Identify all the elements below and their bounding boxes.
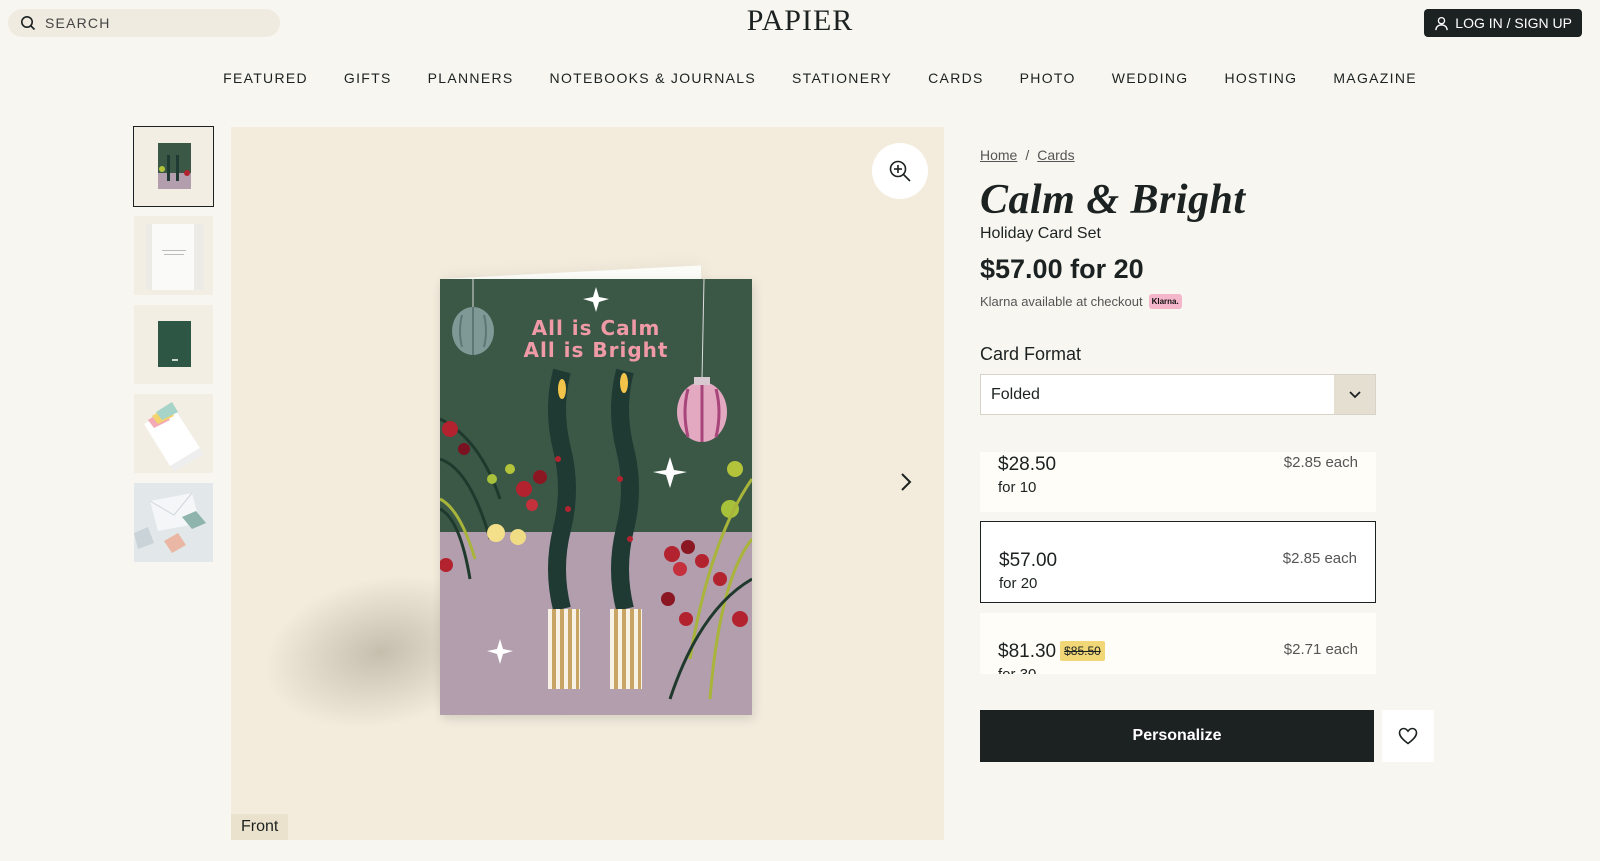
- klarna-text: Klarna available at checkout: [980, 294, 1143, 309]
- card-text-line-2: All is Bright: [523, 338, 669, 362]
- option-unit-price: $2.85 each: [1283, 454, 1358, 471]
- product-info: Home / Cards Calm & Bright Holiday Card …: [980, 147, 1400, 309]
- thumbnail-list: [133, 126, 214, 562]
- chevron-right-icon: [901, 473, 912, 491]
- nav-magazine[interactable]: MAGAZINE: [1333, 70, 1417, 86]
- image-caption: Front: [231, 814, 289, 840]
- option-unit-price: $2.71 each: [1283, 641, 1358, 658]
- option-quantity: for 10: [998, 479, 1037, 496]
- thumbnail-front-image: [158, 143, 191, 189]
- quantity-option-30[interactable]: $81.30$85.50 for 30 $2.71 each: [980, 613, 1376, 674]
- klarna-info: Klarna available at checkout Klarna.: [980, 294, 1400, 309]
- thumbnail-envelopes-image: [144, 402, 204, 472]
- wishlist-button[interactable]: [1382, 710, 1434, 762]
- option-price: $57.00: [999, 550, 1058, 571]
- product-title: Calm & Bright: [980, 177, 1246, 223]
- nav-stationery[interactable]: STATIONERY: [792, 70, 892, 86]
- breadcrumb: Home / Cards: [980, 147, 1400, 163]
- nav-hosting[interactable]: HOSTING: [1224, 70, 1297, 86]
- original-price: $85.50: [1060, 641, 1105, 661]
- option-price: $28.50: [998, 454, 1057, 475]
- next-image-button[interactable]: [891, 467, 921, 497]
- thumbnail-inside[interactable]: [134, 216, 213, 295]
- breadcrumb-separator: /: [1025, 147, 1030, 163]
- nav-gifts[interactable]: GIFTS: [344, 70, 392, 86]
- nav-featured[interactable]: FEATURED: [223, 70, 308, 86]
- zoom-button[interactable]: [872, 143, 928, 199]
- card-front: All is Calm All is Bright: [440, 279, 752, 715]
- product-subtitle: Holiday Card Set: [980, 225, 1101, 242]
- thumbnail-envelopes[interactable]: [134, 394, 213, 473]
- option-quantity: for 20: [999, 575, 1038, 592]
- nav-photo[interactable]: PHOTO: [1020, 70, 1076, 86]
- card-text-line-1: All is Calm: [531, 316, 661, 340]
- card-format-dropdown-button[interactable]: [1334, 375, 1375, 414]
- nav-notebooks-journals[interactable]: NOTEBOOKS & JOURNALS: [550, 70, 756, 86]
- card-format-select[interactable]: Folded: [980, 374, 1376, 415]
- user-icon: [1435, 16, 1449, 30]
- breadcrumb-cards[interactable]: Cards: [1037, 147, 1074, 163]
- search-bar[interactable]: SEARCH: [8, 9, 280, 37]
- login-signup-button[interactable]: LOG IN / SIGN UP: [1424, 9, 1582, 37]
- nav-planners[interactable]: PLANNERS: [428, 70, 514, 86]
- option-price: $81.30 $85.50: [998, 641, 1105, 663]
- main-nav: FEATURED GIFTS PLANNERS NOTEBOOKS & JOUR…: [0, 70, 1600, 86]
- search-icon: [21, 16, 36, 31]
- option-unit-price: $2.85 each: [1282, 550, 1357, 567]
- chevron-down-icon: [1348, 390, 1361, 398]
- quantity-options: $28.50 for 10 $2.85 each $57.00 for 20 $…: [980, 452, 1376, 674]
- card-format-label: Card Format: [980, 344, 1082, 364]
- login-label: LOG IN / SIGN UP: [1455, 15, 1572, 31]
- personalize-button[interactable]: Personalize: [980, 710, 1374, 762]
- heart-icon: [1398, 727, 1418, 745]
- nav-cards[interactable]: CARDS: [928, 70, 984, 86]
- breadcrumb-home[interactable]: Home: [980, 147, 1017, 163]
- quantity-option-20[interactable]: $57.00 for 20 $2.85 each: [980, 521, 1376, 603]
- card-format-value: Folded: [991, 385, 1040, 403]
- klarna-logo: Klarna.: [1148, 294, 1182, 309]
- thumbnail-front[interactable]: [133, 126, 214, 207]
- quantity-option-10[interactable]: $28.50 for 10 $2.85 each: [980, 452, 1376, 512]
- thumbnail-inside-image: [146, 224, 204, 290]
- main-product-image[interactable]: All is Calm All is Bright Front: [231, 127, 944, 840]
- option-quantity: for 30: [998, 666, 1036, 674]
- thumbnail-envelope-detail[interactable]: [134, 483, 213, 562]
- nav-wedding[interactable]: WEDDING: [1112, 70, 1189, 86]
- thumbnail-back[interactable]: [134, 305, 213, 384]
- product-price: $57.00 for 20: [980, 254, 1144, 284]
- thumbnail-envelope-detail-image: [134, 483, 213, 562]
- search-input[interactable]: SEARCH: [45, 15, 111, 31]
- thumbnail-back-image: [158, 321, 191, 367]
- zoom-in-icon: [889, 160, 911, 182]
